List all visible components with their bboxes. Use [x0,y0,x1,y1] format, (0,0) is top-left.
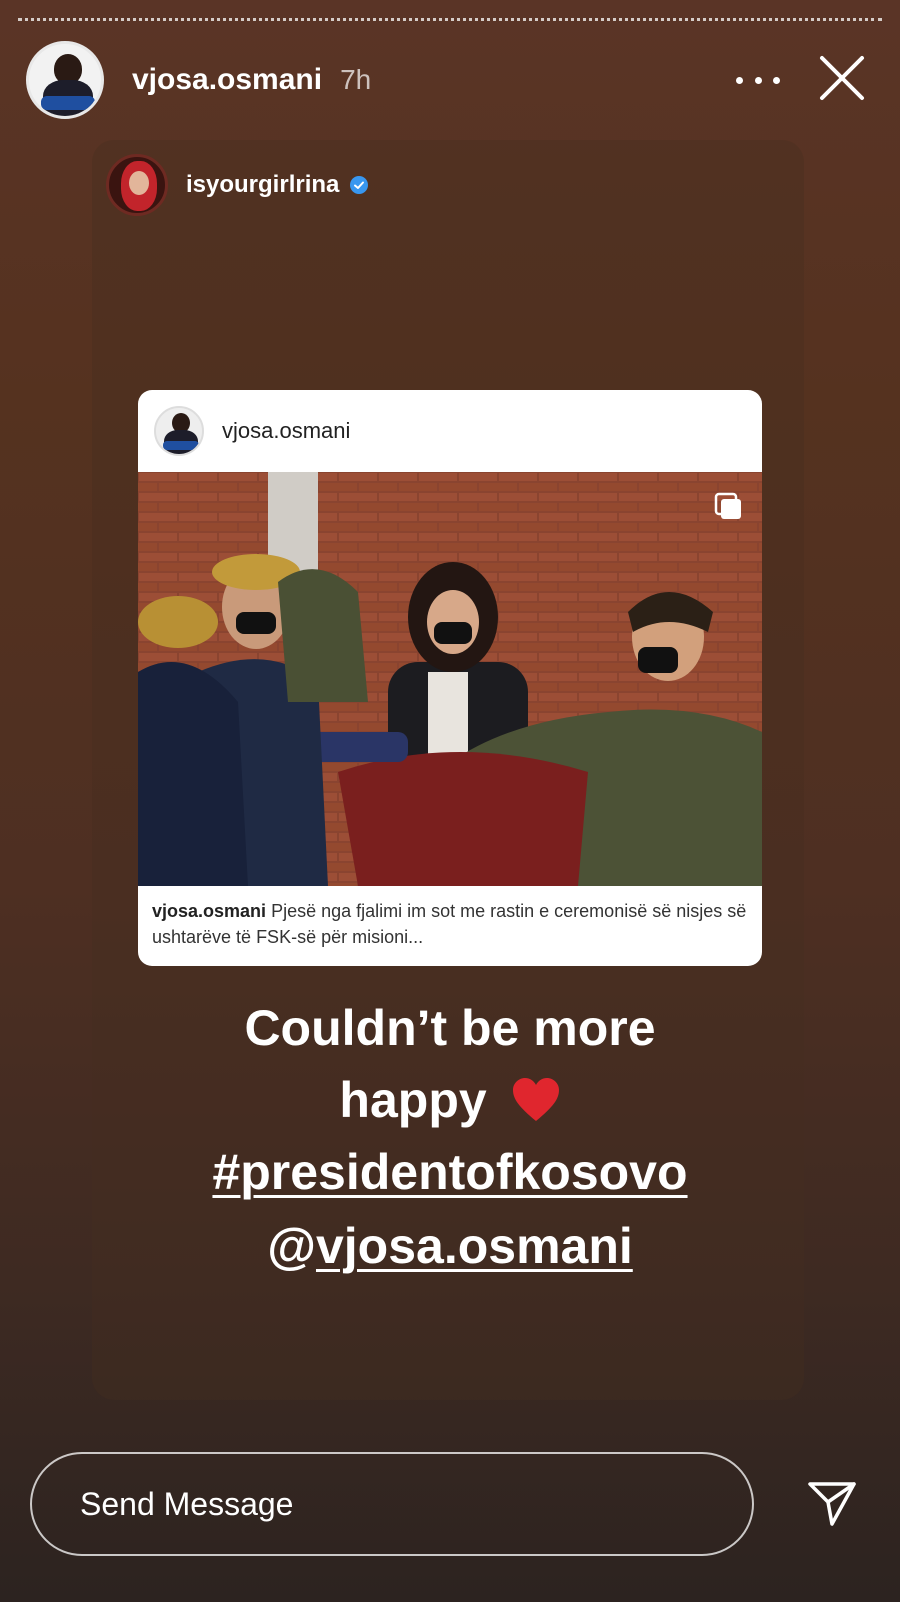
close-icon[interactable] [814,50,870,106]
post-username: vjosa.osmani [222,418,351,443]
story-text-hashtag-wrap: #presidentofkosovo [100,1136,800,1208]
story-time: 7h [340,64,372,95]
story-progress-bar [18,18,882,22]
story-text-line2: happy [339,1072,487,1128]
send-message-input[interactable]: Send Message [30,1452,754,1556]
more-horizontal-icon[interactable] [736,62,780,98]
send-message-placeholder: Send Message [80,1485,294,1522]
send-icon[interactable] [804,1474,860,1530]
reshare-avatar[interactable] [106,154,168,216]
post-caption: vjosa.osmani Pjesë nga fjalimi im sot me… [138,886,762,962]
post-photo [138,472,762,886]
multiple-images-icon [714,492,741,519]
story-text-line1: Couldn’t be more [244,1000,656,1056]
post-header: vjosa.osmani [138,390,762,472]
caption-username: vjosa.osmani [152,901,267,921]
mention-link[interactable]: @vjosa.osmani [267,1218,633,1274]
hashtag-link[interactable]: #presidentofkosovo [212,1144,687,1200]
reshare-header: isyourgirlrina [106,154,369,216]
mention-handle[interactable]: vjosa.osmani [316,1218,633,1274]
story-header: vjosa.osmani 7h [26,40,880,120]
red-heart-icon [512,1078,559,1121]
reshare-username[interactable]: isyourgirlrina [186,171,339,199]
embedded-post[interactable]: vjosa.osmani vjosa.osmani Pjesë nga fjal… [138,390,762,966]
story-text-mention-wrap: @vjosa.osmani [100,1210,800,1282]
verified-badge-icon [350,176,369,194]
ceremony-photo [138,472,762,886]
story-text-line2-wrap: happy [100,1064,800,1136]
post-avatar [154,406,204,456]
story-username[interactable]: vjosa.osmani [132,63,322,97]
avatar[interactable] [26,41,104,119]
